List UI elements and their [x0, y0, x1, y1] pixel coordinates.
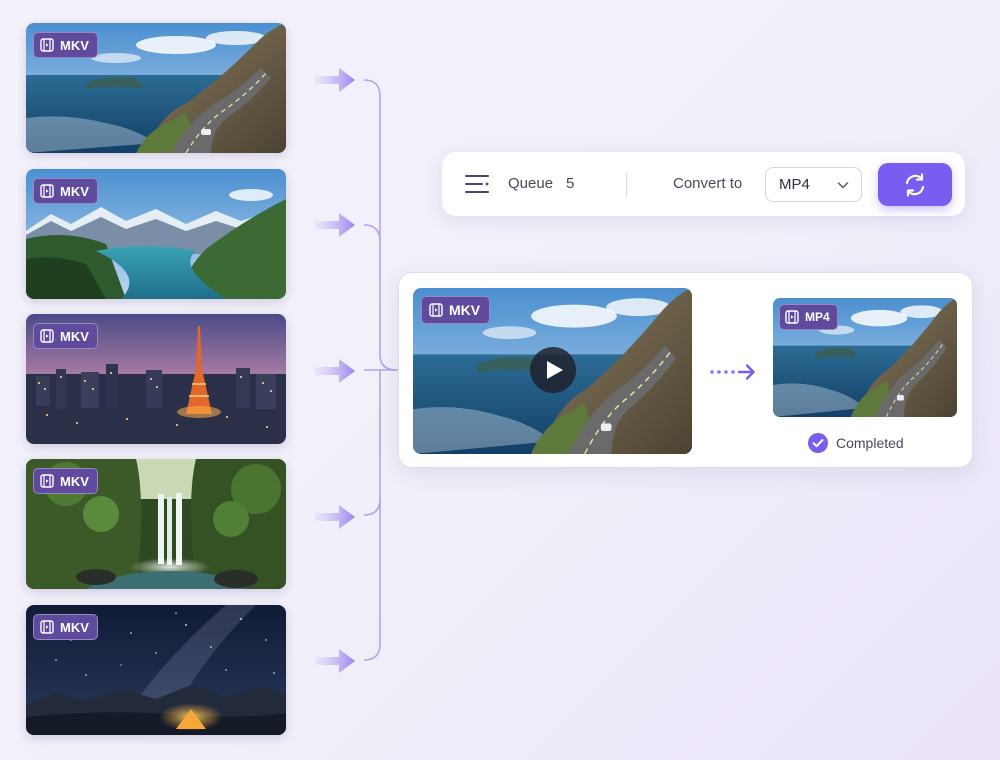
dotted-arrow-icon	[710, 364, 755, 380]
conversion-preview-card: MKV MP4 Completed	[398, 272, 973, 468]
format-badge: MKV	[33, 614, 98, 640]
film-icon	[40, 474, 54, 488]
queue-count: 5	[566, 175, 575, 192]
film-icon	[785, 310, 799, 324]
film-icon	[429, 303, 443, 317]
film-icon	[40, 38, 54, 52]
toolbar-divider	[626, 173, 627, 197]
film-icon	[40, 620, 54, 634]
check-circle-icon	[808, 433, 828, 453]
convert-to-label: Convert to	[673, 175, 743, 192]
format-label: MKV	[60, 328, 89, 344]
chevron-down-icon	[837, 182, 849, 189]
film-icon	[40, 329, 54, 343]
target-format-label: MP4	[805, 310, 830, 324]
queue-menu-icon[interactable]	[464, 173, 490, 195]
format-badge: MKV	[33, 323, 98, 349]
file-thumbnail-waterfall[interactable]: MKV	[26, 459, 286, 589]
flow-arrow-icon	[315, 359, 355, 383]
flow-arrow-icon	[315, 505, 355, 529]
queue-label: Queue	[508, 175, 554, 192]
file-thumbnail-mountain-lake[interactable]: MKV	[26, 169, 286, 299]
play-icon	[546, 361, 563, 379]
file-thumbnail-coastal-road[interactable]: MKV	[26, 23, 286, 153]
format-label: MKV	[60, 183, 89, 199]
output-format-select[interactable]: MP4	[765, 167, 862, 202]
format-label: MKV	[60, 37, 89, 53]
converted-video-preview[interactable]: MP4	[773, 298, 957, 417]
format-badge: MKV	[33, 32, 98, 58]
format-badge: MKV	[33, 468, 98, 494]
format-badge: MKV	[33, 178, 98, 204]
source-video-preview[interactable]: MKV	[413, 288, 692, 454]
file-thumbnail-city-tower[interactable]: MKV	[26, 314, 286, 444]
flow-arrow-icon	[315, 68, 355, 92]
convert-button[interactable]	[878, 163, 952, 206]
flow-arrow-icon	[315, 649, 355, 673]
flow-arrow-icon	[315, 213, 355, 237]
source-format-badge: MKV	[421, 296, 491, 324]
source-format-label: MKV	[449, 302, 481, 318]
selected-format: MP4	[779, 176, 810, 193]
film-icon	[40, 184, 54, 198]
format-label: MKV	[60, 473, 89, 489]
file-thumbnail-night-sky[interactable]: MKV	[26, 605, 286, 735]
status-text: Completed	[836, 435, 904, 451]
format-label: MKV	[60, 619, 89, 635]
conversion-status: Completed	[808, 433, 904, 453]
play-button[interactable]	[530, 347, 576, 393]
target-format-badge: MP4	[779, 304, 838, 330]
conversion-toolbar: Queue 5 Convert to MP4	[442, 152, 965, 216]
refresh-icon	[905, 172, 925, 197]
